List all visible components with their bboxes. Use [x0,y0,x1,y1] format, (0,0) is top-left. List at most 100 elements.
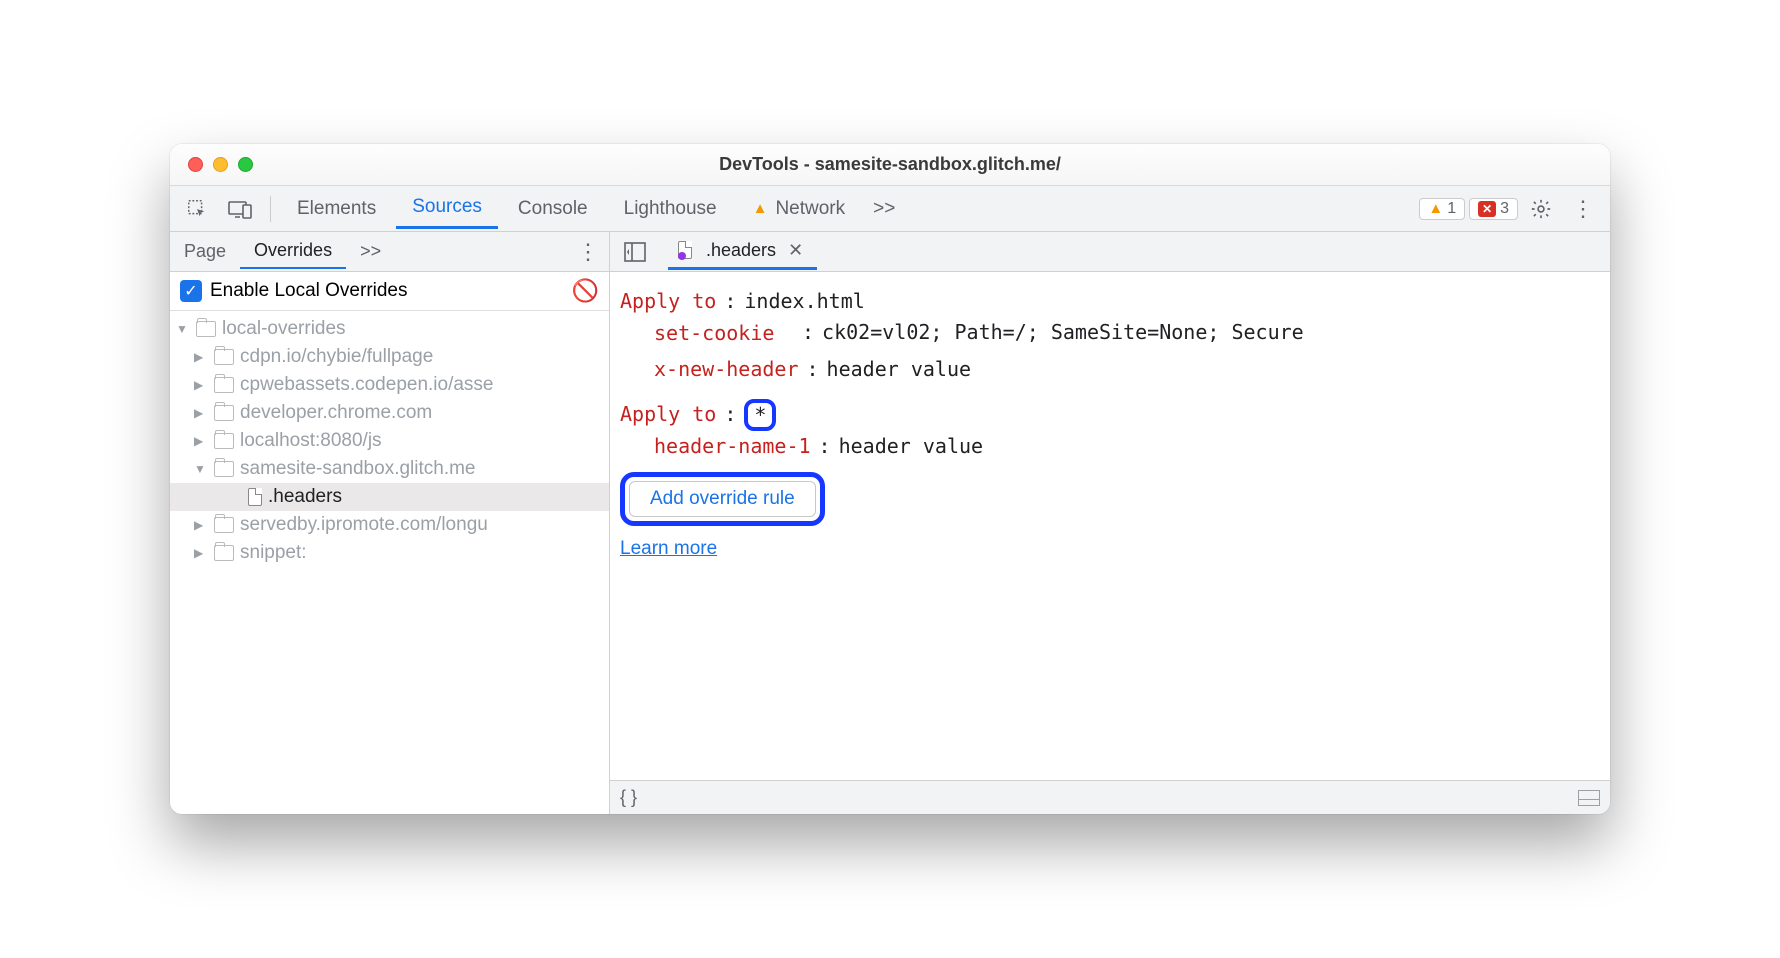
header-value[interactable]: header value [827,354,972,385]
tree-item-label: samesite-sandbox.glitch.me [240,458,476,480]
tree-file-label: .headers [268,486,342,508]
tree-root-label: local-overrides [222,318,346,340]
editor-pane: .headers ✕ Apply to: index.html set-cook… [610,232,1610,814]
header-row: x-new-header: header value [654,354,1592,385]
tree-item[interactable]: ▶ snippet: [170,539,609,567]
header-row: set-cookie : ck02=vl02; Path=/; SameSite… [654,317,1592,348]
editor-tab-headers[interactable]: .headers ✕ [668,234,817,270]
folder-icon [214,405,234,421]
apply-to-value[interactable]: * [754,403,766,427]
tab-lighthouse[interactable]: Lighthouse [608,190,733,228]
devtools-window: DevTools - samesite-sandbox.glitch.me/ E… [170,144,1610,814]
tree-item-expanded[interactable]: ▼ samesite-sandbox.glitch.me [170,455,609,483]
warnings-badge[interactable]: ▲ 1 [1419,198,1465,220]
titlebar: DevTools - samesite-sandbox.glitch.me/ [170,144,1610,186]
folder-icon [214,349,234,365]
navigator-more-menu[interactable]: ⋮ [567,235,609,269]
enable-local-overrides-checkbox[interactable]: ✓ [180,280,202,302]
tree-item[interactable]: ▶ localhost:8080/js [170,427,609,455]
header-name[interactable]: x-new-header [654,354,799,385]
expand-arrow-icon: ▶ [194,350,208,364]
folder-icon [214,433,234,449]
header-value[interactable]: ck02=vl02; Path=/; SameSite=None; Secure [822,317,1304,348]
tree-item[interactable]: ▶ developer.chrome.com [170,399,609,427]
tab-sources[interactable]: Sources [396,188,498,229]
subtab-page[interactable]: Page [170,235,240,268]
navigator-pane: Page Overrides >> ⋮ ✓ Enable Local Overr… [170,232,610,814]
editor-tabbar: .headers ✕ [610,232,1610,272]
folder-icon [214,461,234,477]
warnings-count: 1 [1447,200,1456,218]
more-menu-icon[interactable]: ⋮ [1564,192,1602,226]
device-toolbar-icon[interactable] [220,195,260,223]
modified-dot-icon [678,252,686,260]
panel-body: Page Overrides >> ⋮ ✓ Enable Local Overr… [170,232,1610,814]
apply-to-row: Apply to: index.html [620,286,1592,317]
add-override-highlight: Add override rule [620,472,825,526]
tree-root[interactable]: ▼ local-overrides [170,315,609,343]
settings-gear-icon[interactable] [1522,194,1560,224]
errors-badge[interactable]: ✕ 3 [1469,198,1518,220]
warning-icon: ▲ [753,200,768,217]
toolbar-separator [270,196,271,222]
tree-item-label: cpwebassets.codepen.io/asse [240,374,494,396]
add-override-rule-button[interactable]: Add override rule [629,481,816,517]
folder-icon [214,545,234,561]
expand-arrow-icon: ▶ [194,518,208,532]
apply-to-row: Apply to: * [620,399,1592,431]
apply-to-label: Apply to [620,286,716,317]
editor-statusbar: { } [610,780,1610,814]
apply-to-wildcard-highlight: * [744,399,776,431]
file-icon [248,488,262,506]
enable-local-overrides-label: Enable Local Overrides [210,280,408,302]
header-row: header-name-1: header value [654,431,1592,462]
expand-arrow-icon: ▼ [176,322,190,336]
tree-item-label: cdpn.io/chybie/fullpage [240,346,433,368]
apply-to-label: Apply to [620,399,716,430]
tab-network-label: Network [775,198,845,220]
tabs-overflow[interactable]: >> [865,190,903,228]
subtabs-overflow[interactable]: >> [346,235,395,268]
learn-more-link[interactable]: Learn more [620,534,717,563]
toggle-drawer-icon[interactable] [1578,790,1600,806]
subtab-overrides[interactable]: Overrides [240,234,346,269]
apply-to-value[interactable]: index.html [744,286,864,317]
expand-arrow-icon: ▼ [194,462,208,476]
expand-arrow-icon: ▶ [194,406,208,420]
header-name[interactable]: set-cookie [654,321,794,345]
tab-console[interactable]: Console [502,190,604,228]
navigator-tabs: Page Overrides >> ⋮ [170,232,609,272]
window-title: DevTools - samesite-sandbox.glitch.me/ [170,154,1610,175]
tree-file-headers[interactable]: .headers [170,483,609,511]
overrides-tree: ▼ local-overrides ▶ cdpn.io/chybie/fullpa… [170,311,609,814]
enable-local-overrides-row: ✓ Enable Local Overrides 🚫 [170,272,609,311]
close-tab-icon[interactable]: ✕ [784,240,807,261]
collapse-navigator-icon[interactable] [618,240,652,264]
main-toolbar: Elements Sources Console Lighthouse ▲ Ne… [170,186,1610,232]
expand-arrow-icon: ▶ [194,546,208,560]
header-name[interactable]: header-name-1 [654,431,811,462]
tree-item-label: snippet: [240,542,307,564]
inspect-element-icon[interactable] [178,194,216,224]
clear-overrides-icon[interactable]: 🚫 [572,278,599,304]
tree-item-label: servedby.ipromote.com/longu [240,514,488,536]
header-value[interactable]: header value [839,431,984,462]
expand-arrow-icon: ▶ [194,378,208,392]
tree-item-label: developer.chrome.com [240,402,432,424]
tree-item[interactable]: ▶ cdpn.io/chybie/fullpage [170,343,609,371]
warning-triangle-icon: ▲ [1428,200,1443,217]
folder-icon [214,377,234,393]
headers-editor[interactable]: Apply to: index.html set-cookie : ck02=v… [610,272,1610,780]
folder-icon [196,321,216,337]
tree-item[interactable]: ▶ servedby.ipromote.com/longu [170,511,609,539]
pretty-print-icon[interactable]: { } [620,787,637,808]
tree-item[interactable]: ▶ cpwebassets.codepen.io/asse [170,371,609,399]
error-square-icon: ✕ [1478,201,1496,217]
tab-elements[interactable]: Elements [281,190,392,228]
expand-arrow-icon: ▶ [194,434,208,448]
errors-count: 3 [1500,200,1509,218]
tab-network[interactable]: ▲ Network [737,190,862,228]
tree-item-label: localhost:8080/js [240,430,382,452]
editor-tab-filename: .headers [706,240,776,261]
folder-icon [214,517,234,533]
